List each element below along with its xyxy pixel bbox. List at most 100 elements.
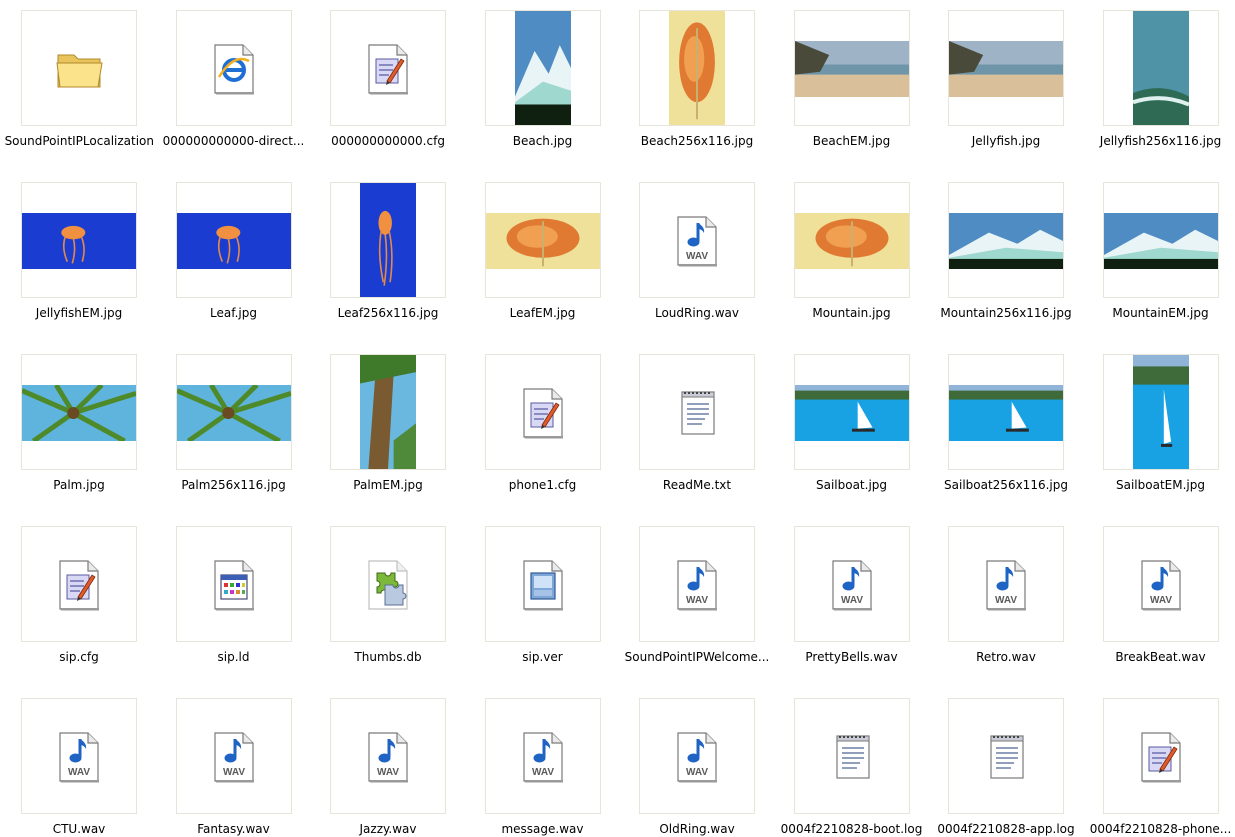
thumbnail-frame[interactable]: WAV xyxy=(639,182,755,298)
wav-audio-icon: WAV xyxy=(981,559,1033,611)
thumbnail-frame[interactable] xyxy=(175,10,292,126)
file-item[interactable]: sip.ver xyxy=(468,516,618,676)
image-thumbnail xyxy=(794,41,909,97)
file-item[interactable]: PalmEM.jpg xyxy=(313,344,463,504)
thumbnail-frame[interactable] xyxy=(175,354,292,470)
file-item[interactable]: 000000000000-direct... xyxy=(159,0,309,160)
thumbnail-frame[interactable]: WAV xyxy=(948,526,1064,642)
thumbnail-frame[interactable] xyxy=(948,354,1064,470)
thumbnail-frame[interactable] xyxy=(330,10,446,126)
file-item[interactable]: SailboatEM.jpg xyxy=(1086,344,1235,504)
file-item[interactable]: JellyfishEM.jpg xyxy=(4,172,154,332)
thumbnail-frame[interactable] xyxy=(21,182,137,298)
thumbnail-frame[interactable] xyxy=(175,182,292,298)
file-item[interactable]: 0004f2210828-app.log xyxy=(931,688,1081,837)
wav-audio-icon: WAV xyxy=(672,559,724,611)
file-item[interactable]: ReadMe.txt xyxy=(622,344,772,504)
file-item[interactable]: MountainEM.jpg xyxy=(1086,172,1235,332)
file-item[interactable]: LeafEM.jpg xyxy=(468,172,618,332)
wav-audio-icon: WAV xyxy=(54,731,106,783)
thumbnail-frame[interactable] xyxy=(330,354,446,470)
thumbnail-frame[interactable] xyxy=(793,10,910,126)
file-item[interactable]: sip.cfg xyxy=(4,516,154,676)
file-item[interactable]: Thumbs.db xyxy=(313,516,463,676)
file-item[interactable]: Palm.jpg xyxy=(4,344,154,504)
file-item[interactable]: Mountain256x116.jpg xyxy=(931,172,1081,332)
file-name-label: Palm.jpg xyxy=(53,478,105,492)
thumbnail-frame[interactable] xyxy=(1102,182,1219,298)
thumbnail-frame[interactable] xyxy=(639,10,755,126)
image-thumbnail xyxy=(794,213,909,269)
file-name-label: Fantasy.wav xyxy=(197,822,270,836)
file-item[interactable]: Leaf256x116.jpg xyxy=(313,172,463,332)
thumbnail-frame[interactable] xyxy=(1102,10,1219,126)
file-name-label: Leaf256x116.jpg xyxy=(337,306,439,320)
file-name-label: SoundPointIPLocalization xyxy=(4,134,154,148)
file-name-label: OldRing.wav xyxy=(659,822,735,836)
thumbnail-frame[interactable]: WAV xyxy=(793,526,910,642)
file-thumbnail-grid: SoundPointIPLocalization 000000000000-dir… xyxy=(0,0,1235,837)
internet-explorer-icon xyxy=(209,43,261,95)
thumbnail-frame[interactable] xyxy=(793,354,910,470)
thumbnail-frame[interactable] xyxy=(21,526,137,642)
thumbnail-frame[interactable]: WAV xyxy=(639,698,755,814)
notepad-text-icon xyxy=(981,731,1033,783)
thumbnail-frame[interactable]: WAV xyxy=(484,698,601,814)
file-item[interactable]: 000000000000.cfg xyxy=(313,0,463,160)
thumbnail-frame[interactable]: WAV xyxy=(175,698,292,814)
file-item[interactable]: Jellyfish256x116.jpg xyxy=(1086,0,1235,160)
file-item[interactable]: WAV Jazzy.wav xyxy=(313,688,463,837)
image-thumbnail xyxy=(1132,11,1189,125)
thumbnail-frame[interactable] xyxy=(793,698,910,814)
thumbnail-frame[interactable] xyxy=(1102,698,1219,814)
file-item[interactable]: WAV Retro.wav xyxy=(931,516,1081,676)
file-item[interactable]: WAV OldRing.wav xyxy=(622,688,772,837)
thumbnail-frame[interactable]: WAV xyxy=(21,698,137,814)
wav-badge-text: WAV xyxy=(840,595,862,606)
thumbnail-frame[interactable] xyxy=(484,526,601,642)
file-item[interactable]: Beach.jpg xyxy=(468,0,618,160)
thumbnail-frame[interactable] xyxy=(948,698,1064,814)
file-item[interactable]: WAV PrettyBells.wav xyxy=(777,516,927,676)
file-item[interactable]: BeachEM.jpg xyxy=(777,0,927,160)
file-name-label: LoudRing.wav xyxy=(654,306,740,320)
notepad-text-icon xyxy=(672,387,724,439)
file-item[interactable]: WAV SoundPointIPWelcome... xyxy=(622,516,772,676)
file-item[interactable]: WAV message.wav xyxy=(468,688,618,837)
file-item[interactable]: 0004f2210828-boot.log xyxy=(777,688,927,837)
wav-badge-text: WAV xyxy=(531,767,553,778)
file-item[interactable]: Mountain.jpg xyxy=(777,172,927,332)
file-item[interactable]: Sailboat.jpg xyxy=(777,344,927,504)
file-item[interactable]: Sailboat256x116.jpg xyxy=(931,344,1081,504)
file-item[interactable]: WAV Fantasy.wav xyxy=(159,688,309,837)
file-item[interactable]: phone1.cfg xyxy=(468,344,618,504)
thumbnail-frame[interactable] xyxy=(793,182,910,298)
file-item[interactable]: WAV BreakBeat.wav xyxy=(1086,516,1235,676)
thumbnail-frame[interactable] xyxy=(1102,354,1219,470)
thumbnail-frame[interactable] xyxy=(330,182,446,298)
thumbnail-frame[interactable] xyxy=(948,182,1064,298)
thumbnail-frame[interactable] xyxy=(484,10,601,126)
thumbnail-frame[interactable]: WAV xyxy=(639,526,755,642)
file-name-label: Palm256x116.jpg xyxy=(181,478,286,492)
thumbnail-frame[interactable] xyxy=(21,10,137,126)
file-item[interactable]: Leaf.jpg xyxy=(159,172,309,332)
file-item[interactable]: WAV CTU.wav xyxy=(4,688,154,837)
thumbnail-frame[interactable]: WAV xyxy=(1102,526,1219,642)
file-item[interactable]: sip.ld xyxy=(159,516,309,676)
thumbnail-frame[interactable] xyxy=(330,526,446,642)
thumbnail-frame[interactable] xyxy=(484,182,601,298)
file-item[interactable]: SoundPointIPLocalization xyxy=(4,0,154,160)
thumbnail-frame[interactable] xyxy=(484,354,601,470)
thumbnail-frame[interactable] xyxy=(21,354,137,470)
file-item[interactable]: Beach256x116.jpg xyxy=(622,0,772,160)
thumbnail-frame[interactable]: WAV xyxy=(330,698,446,814)
thumbnail-frame[interactable] xyxy=(948,10,1064,126)
file-item[interactable]: WAV LoudRing.wav xyxy=(622,172,772,332)
thumbnail-frame[interactable] xyxy=(175,526,292,642)
file-name-label: message.wav xyxy=(501,822,584,836)
file-item[interactable]: Palm256x116.jpg xyxy=(159,344,309,504)
thumbnail-frame[interactable] xyxy=(639,354,755,470)
file-item[interactable]: Jellyfish.jpg xyxy=(931,0,1081,160)
file-item[interactable]: 0004f2210828-phone... xyxy=(1086,688,1235,837)
